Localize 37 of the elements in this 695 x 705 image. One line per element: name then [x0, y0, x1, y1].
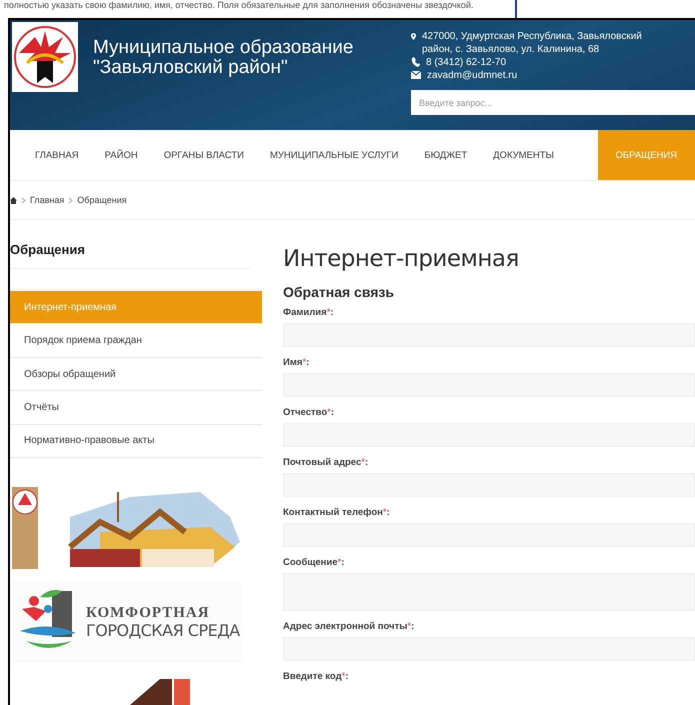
nav-item[interactable]: МУНИЦИПАЛЬНЫЕ УСЛУГИ	[270, 130, 398, 180]
banner-text: ГОРОДСКАЯ СРЕДА	[86, 622, 240, 640]
field-label: Имя*:	[283, 356, 310, 370]
sidebar-title: Обращения	[10, 220, 250, 269]
field-label: Адрес электронной почты*:	[283, 620, 416, 634]
contact-text: 427000, Удмуртская Республика, Завьяловский район, с. Завьялово, ул. Калинина, 68	[422, 30, 643, 56]
coat-of-arms-logo	[13, 23, 77, 91]
form-title: Обратная связь	[283, 284, 395, 300]
phone-icon	[411, 57, 420, 67]
site-title: "Завьяловский район"	[93, 58, 289, 78]
field-label: Фамилия*:	[283, 306, 335, 320]
email-link[interactable]: zavadm@udmnet.ru	[427, 69, 518, 82]
site-title: Муниципальное образование	[93, 38, 354, 58]
program-banner[interactable]: КОМФОРТНАЯ ГОРОДСКАЯ СРЕДА	[10, 581, 242, 664]
page-title: Интернет-приемная	[283, 246, 520, 272]
background-text: полностью указать свою фамилию, имя, отчество. Поля обязательные для заполнения обозначены звездочкой.	[4, 0, 474, 10]
field-label: Сообщение*:	[283, 556, 346, 570]
search-field[interactable]: Введите запрос...	[411, 90, 695, 115]
chevron-icon	[68, 196, 74, 204]
nav-item[interactable]: РАЙОН	[104, 130, 138, 180]
chevron-icon	[21, 196, 26, 204]
nav-item[interactable]: ОРГАНЫ ВЛАСТИ	[164, 130, 244, 180]
field-label: Контактный телефон*:	[283, 506, 391, 520]
map-pin-icon	[411, 31, 416, 42]
nav-item[interactable]: БЮДЖЕТ	[424, 130, 468, 180]
sidebar-item[interactable]: Нормативно-правовые акты	[10, 424, 262, 458]
contact-text: 8 (3412) 62-12-70	[426, 56, 506, 69]
nav-item[interactable]: ГЛАВНАЯ	[35, 130, 79, 180]
breadcrumb-link[interactable]: Обращения	[77, 195, 127, 205]
field-label: Почтовый адрес*:	[283, 456, 370, 470]
field-label: Отчество*:	[283, 406, 336, 420]
home-icon[interactable]	[10, 196, 17, 204]
breadcrumb-link[interactable]: Главная	[30, 195, 64, 205]
nav-item[interactable]: ДОКУМЕНТЫ	[493, 130, 554, 180]
banner-text: КОМФОРТНАЯ	[86, 604, 211, 622]
field-label: Введите код*:	[283, 670, 350, 684]
envelope-icon	[411, 71, 421, 79]
